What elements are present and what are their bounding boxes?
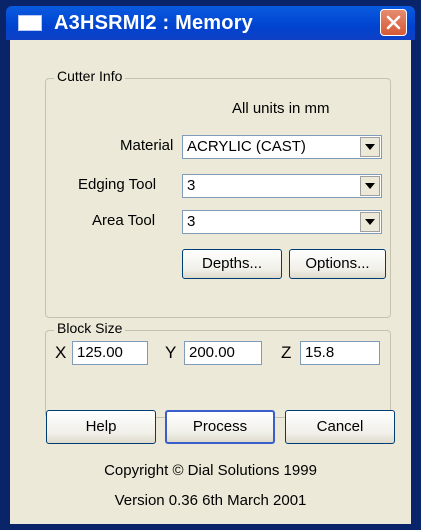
depths-button[interactable]: Depths... [182, 249, 282, 279]
x-label: X [55, 343, 67, 362]
version-text: Version 0.36 6th March 2001 [114, 492, 307, 509]
material-label: Material [120, 137, 174, 154]
edging-tool-label: Edging Tool [78, 176, 157, 193]
material-select[interactable]: ACRYLIC (CAST) [182, 135, 382, 159]
area-tool-value: 3 [187, 213, 196, 230]
y-label: Y [165, 343, 177, 362]
area-tool-select[interactable]: 3 [182, 210, 382, 234]
help-button[interactable]: Help [46, 410, 156, 444]
block-size-label: Block Size [54, 320, 126, 336]
block-z-input[interactable]: 15.8 [300, 341, 380, 365]
cutter-info-label: Cutter Info [54, 68, 126, 84]
units-note: All units in mm [232, 100, 330, 117]
window-icon [18, 15, 42, 31]
block-y-input[interactable]: 200.00 [184, 341, 262, 365]
close-button[interactable] [380, 9, 407, 36]
dialog-client-area: Cutter Info All units in mm Material ACR… [10, 40, 411, 524]
block-x-input[interactable]: 125.00 [72, 341, 148, 365]
close-icon [386, 15, 401, 30]
chevron-down-icon [365, 183, 375, 189]
area-tool-dropdown-button[interactable] [360, 212, 380, 232]
chevron-down-icon [365, 219, 375, 225]
edging-tool-value: 3 [187, 177, 196, 194]
copyright-text: Copyright © Dial Solutions 1999 [104, 462, 317, 479]
material-value: ACRYLIC (CAST) [187, 138, 306, 155]
edging-tool-dropdown-button[interactable] [360, 176, 380, 196]
z-label: Z [281, 343, 292, 362]
cancel-button[interactable]: Cancel [285, 410, 395, 444]
process-button[interactable]: Process [165, 410, 275, 444]
dialog-window: A3HSRMI2 : Memory Cutter Info All units … [0, 0, 421, 530]
cutter-info-group: Cutter Info [45, 68, 391, 318]
options-button[interactable]: Options... [289, 249, 386, 279]
area-tool-label: Area Tool [92, 212, 156, 229]
material-dropdown-button[interactable] [360, 137, 380, 157]
chevron-down-icon [365, 144, 375, 150]
title-bar[interactable]: A3HSRMI2 : Memory [6, 6, 415, 40]
window-title: A3HSRMI2 : Memory [54, 12, 253, 34]
edging-tool-select[interactable]: 3 [182, 174, 382, 198]
